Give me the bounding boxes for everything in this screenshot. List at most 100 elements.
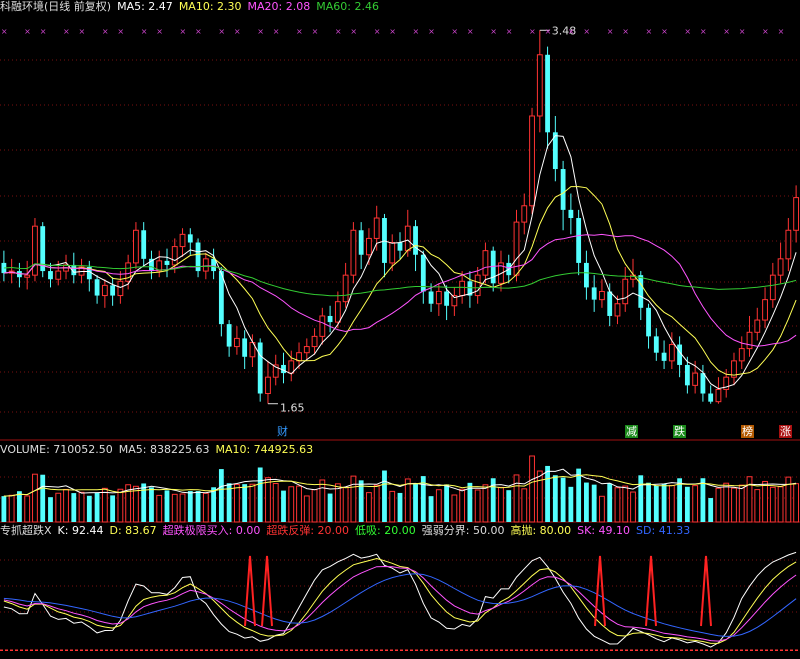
volume-bar xyxy=(777,486,784,523)
volume-bar xyxy=(257,467,263,522)
volume-bar xyxy=(738,484,745,523)
volume-bar xyxy=(607,483,613,522)
volume-bar xyxy=(382,470,387,522)
volume-bar xyxy=(506,490,512,522)
candle-body xyxy=(164,260,170,265)
volume-bar xyxy=(474,489,481,523)
badge-fall[interactable]: 跌 xyxy=(673,425,686,438)
volume-bar xyxy=(242,484,248,522)
volume-bar xyxy=(435,489,442,523)
candle-body xyxy=(536,54,543,117)
volume-bar xyxy=(513,474,520,523)
volume-bar xyxy=(211,487,216,522)
volume-bar xyxy=(350,475,357,523)
signal-mark: × xyxy=(273,27,280,36)
signal-mark: × xyxy=(335,27,342,36)
volume-bar xyxy=(55,492,62,523)
candle-body xyxy=(646,307,651,337)
badge-list[interactable]: 榜 xyxy=(741,425,754,438)
signal-mark: × xyxy=(141,27,148,36)
candle-body xyxy=(389,242,396,264)
volume-bar xyxy=(195,491,201,522)
volume-bar xyxy=(187,491,193,522)
volume-bar xyxy=(622,485,629,523)
signal-mark: × xyxy=(661,27,668,36)
signal-mark: × xyxy=(607,27,614,36)
candle-body xyxy=(545,54,550,133)
volume-bar xyxy=(482,484,489,523)
candle-body xyxy=(754,319,761,333)
candle-body xyxy=(327,315,333,323)
buy-signal-spike xyxy=(244,555,256,627)
signal-mark: × xyxy=(195,27,202,36)
candle-body xyxy=(171,246,178,266)
volume-bar xyxy=(545,465,550,522)
volume-bar xyxy=(218,469,224,522)
candle-body xyxy=(746,331,753,350)
volume-bar xyxy=(272,483,279,523)
volume-bar xyxy=(560,477,566,522)
signal-mark: × xyxy=(296,27,303,36)
signal-mark: × xyxy=(218,27,225,36)
candle-body xyxy=(187,234,193,243)
candle-body xyxy=(785,229,792,260)
candle-body xyxy=(435,290,442,305)
volume-bar xyxy=(101,487,108,523)
volume-bar xyxy=(731,487,737,523)
candle-body xyxy=(715,388,722,403)
volume-bar xyxy=(249,483,256,523)
candle-body xyxy=(133,229,139,264)
volume-bar xyxy=(708,498,714,522)
candle-body xyxy=(101,284,108,297)
volume-bar xyxy=(576,468,582,522)
candle-body xyxy=(242,338,248,357)
signal-mark: × xyxy=(451,27,458,36)
candle-body xyxy=(762,299,768,321)
volume-bar xyxy=(32,473,38,523)
candle-body xyxy=(444,291,450,306)
buy-signal-spike xyxy=(700,555,712,627)
volume-bar xyxy=(459,488,466,523)
candle-body xyxy=(584,262,589,288)
badge-reduce[interactable]: 减 xyxy=(625,425,638,438)
buy-signal-spike xyxy=(645,555,657,627)
signal-mark: × xyxy=(102,27,109,36)
signal-mark: × xyxy=(350,27,357,36)
candle-body xyxy=(459,280,466,297)
volume-bar xyxy=(638,475,644,522)
volume-bar xyxy=(584,482,589,522)
volume-bar xyxy=(599,495,605,523)
volume-bar xyxy=(86,495,92,522)
badge-finance[interactable]: 财 xyxy=(276,425,289,438)
volume-bar xyxy=(404,478,411,523)
volume-bar xyxy=(630,491,636,523)
volume-bar xyxy=(700,478,706,522)
badge-rise[interactable]: 涨 xyxy=(779,425,792,438)
candle-body xyxy=(141,230,147,259)
candle-body xyxy=(366,237,372,256)
signal-mark: × xyxy=(312,27,319,36)
volume-bar xyxy=(769,486,776,523)
buy-signal-spike xyxy=(594,555,606,627)
candle-body xyxy=(404,225,411,252)
candle-body xyxy=(265,376,271,395)
volume-bar xyxy=(536,470,543,523)
signal-mark: × xyxy=(700,27,707,36)
volume-bar xyxy=(646,482,651,522)
candle-body xyxy=(521,205,528,223)
signal-mark: × xyxy=(374,27,381,36)
volume-bar xyxy=(746,476,753,523)
volume-bar xyxy=(342,486,349,523)
volume-bar xyxy=(164,490,170,522)
low-price-label: 1.65 xyxy=(280,402,305,415)
candle-body xyxy=(793,197,800,231)
signal-mark: × xyxy=(762,27,769,36)
volume-bar xyxy=(17,491,22,522)
candle-body xyxy=(708,393,714,402)
sk-line xyxy=(3,565,797,642)
volume-bar xyxy=(117,488,124,523)
volume-bar xyxy=(156,494,163,523)
candle-body xyxy=(599,290,605,301)
volume-bar xyxy=(723,482,730,523)
stock-chart[interactable]: 3.481.65× × × × × × × × × × × × × × × × × × × × × × × × × × × × × × × ×… xyxy=(0,0,800,659)
